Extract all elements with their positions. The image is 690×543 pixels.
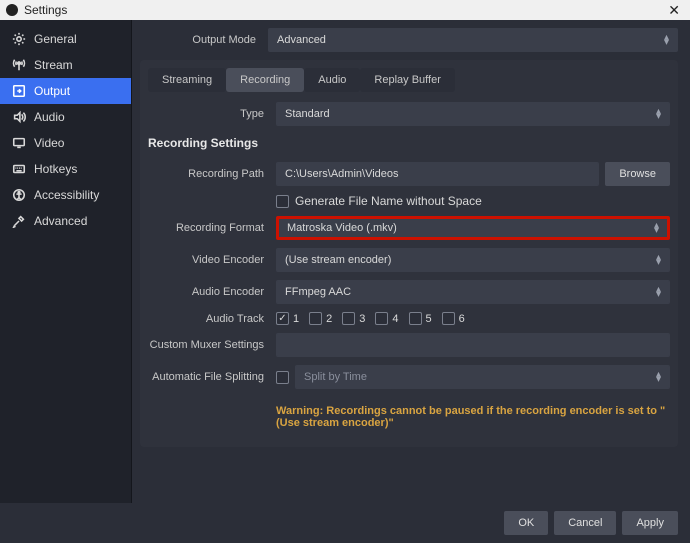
dialog-footer: OK Cancel Apply [0,503,690,543]
recording-format-label: Recording Format [148,222,270,234]
audio-track-label: Audio Track [148,313,270,325]
track-label: 1 [293,313,299,325]
speaker-icon [12,110,26,124]
sidebar-item-hotkeys[interactable]: Hotkeys [0,156,131,182]
track-label: 4 [392,313,398,325]
content-pane: Output Mode Advanced ▴▾ Streaming Record… [132,20,690,503]
chevron-updown-icon: ▴▾ [664,35,669,45]
browse-button[interactable]: Browse [605,162,670,186]
output-mode-value: Advanced [277,34,326,46]
tab-streaming[interactable]: Streaming [148,68,226,92]
sidebar-item-label: Hotkeys [34,162,77,176]
sidebar-item-accessibility[interactable]: Accessibility [0,182,131,208]
sidebar-item-label: Output [34,84,70,98]
type-select[interactable]: Standard ▴▾ [276,102,670,126]
apply-button[interactable]: Apply [622,511,678,535]
audio-track-list: 1 2 3 4 5 6 [276,312,465,325]
chevron-updown-icon: ▴▾ [654,223,659,233]
split-by-value: Split by Time [304,371,367,383]
titlebar: Settings ✕ [0,0,690,20]
recording-path-label: Recording Path [148,168,270,180]
track-5-checkbox[interactable] [409,312,422,325]
sidebar-item-label: Advanced [34,214,87,228]
sidebar: General Stream Output Audio Video Hotkey… [0,20,132,503]
type-label: Type [148,108,270,120]
gear-icon [12,32,26,46]
type-value: Standard [285,108,330,120]
video-encoder-label: Video Encoder [148,254,270,266]
auto-split-checkbox[interactable] [276,371,289,384]
tab-replay-buffer[interactable]: Replay Buffer [360,68,454,92]
sidebar-item-stream[interactable]: Stream [0,52,131,78]
gen-filename-checkbox[interactable] [276,195,289,208]
audio-encoder-select[interactable]: FFmpeg AAC ▴▾ [276,280,670,304]
sidebar-item-video[interactable]: Video [0,130,131,156]
track-6-checkbox[interactable] [442,312,455,325]
track-2-checkbox[interactable] [309,312,322,325]
app-icon [6,4,18,16]
close-icon[interactable]: ✕ [664,2,684,19]
cancel-button[interactable]: Cancel [554,511,616,535]
track-label: 3 [359,313,365,325]
output-mode-select[interactable]: Advanced ▴▾ [268,28,678,52]
track-label: 5 [426,313,432,325]
monitor-icon [12,136,26,150]
sidebar-item-label: General [34,32,77,46]
sidebar-item-label: Stream [34,58,73,72]
track-label: 2 [326,313,332,325]
auto-split-label: Automatic File Splitting [148,371,270,383]
recording-path-input[interactable] [276,162,599,186]
recording-format-value: Matroska Video (.mkv) [287,222,397,234]
output-tabs: Streaming Recording Audio Replay Buffer [148,68,670,92]
custom-muxer-label: Custom Muxer Settings [148,339,270,351]
tools-icon [12,214,26,228]
chevron-updown-icon: ▴▾ [656,109,661,119]
tab-audio[interactable]: Audio [304,68,360,92]
recording-settings-heading: Recording Settings [148,136,670,154]
custom-muxer-input[interactable] [276,333,670,357]
recording-format-select[interactable]: Matroska Video (.mkv) ▴▾ [276,216,670,240]
track-label: 6 [459,313,465,325]
sidebar-item-general[interactable]: General [0,26,131,52]
video-encoder-value: (Use stream encoder) [285,254,391,266]
split-by-select[interactable]: Split by Time ▴▾ [295,365,670,389]
track-1-checkbox[interactable] [276,312,289,325]
sidebar-item-label: Audio [34,110,65,124]
track-3-checkbox[interactable] [342,312,355,325]
chevron-updown-icon: ▴▾ [656,287,661,297]
audio-encoder-value: FFmpeg AAC [285,286,351,298]
sidebar-item-label: Accessibility [34,188,99,202]
window-title: Settings [24,3,67,17]
chevron-updown-icon: ▴▾ [656,255,661,265]
accessibility-icon [12,188,26,202]
sidebar-item-output[interactable]: Output [0,78,131,104]
encoder-warning: Warning: Recordings cannot be paused if … [276,405,670,429]
output-icon [12,84,26,98]
video-encoder-select[interactable]: (Use stream encoder) ▴▾ [276,248,670,272]
chevron-updown-icon: ▴▾ [656,372,661,382]
keyboard-icon [12,162,26,176]
audio-encoder-label: Audio Encoder [148,286,270,298]
output-mode-label: Output Mode [140,34,262,46]
tab-recording[interactable]: Recording [226,68,304,92]
track-4-checkbox[interactable] [375,312,388,325]
sidebar-item-advanced[interactable]: Advanced [0,208,131,234]
sidebar-item-audio[interactable]: Audio [0,104,131,130]
antenna-icon [12,58,26,72]
ok-button[interactable]: OK [504,511,548,535]
sidebar-item-label: Video [34,136,64,150]
gen-filename-label: Generate File Name without Space [295,194,482,208]
